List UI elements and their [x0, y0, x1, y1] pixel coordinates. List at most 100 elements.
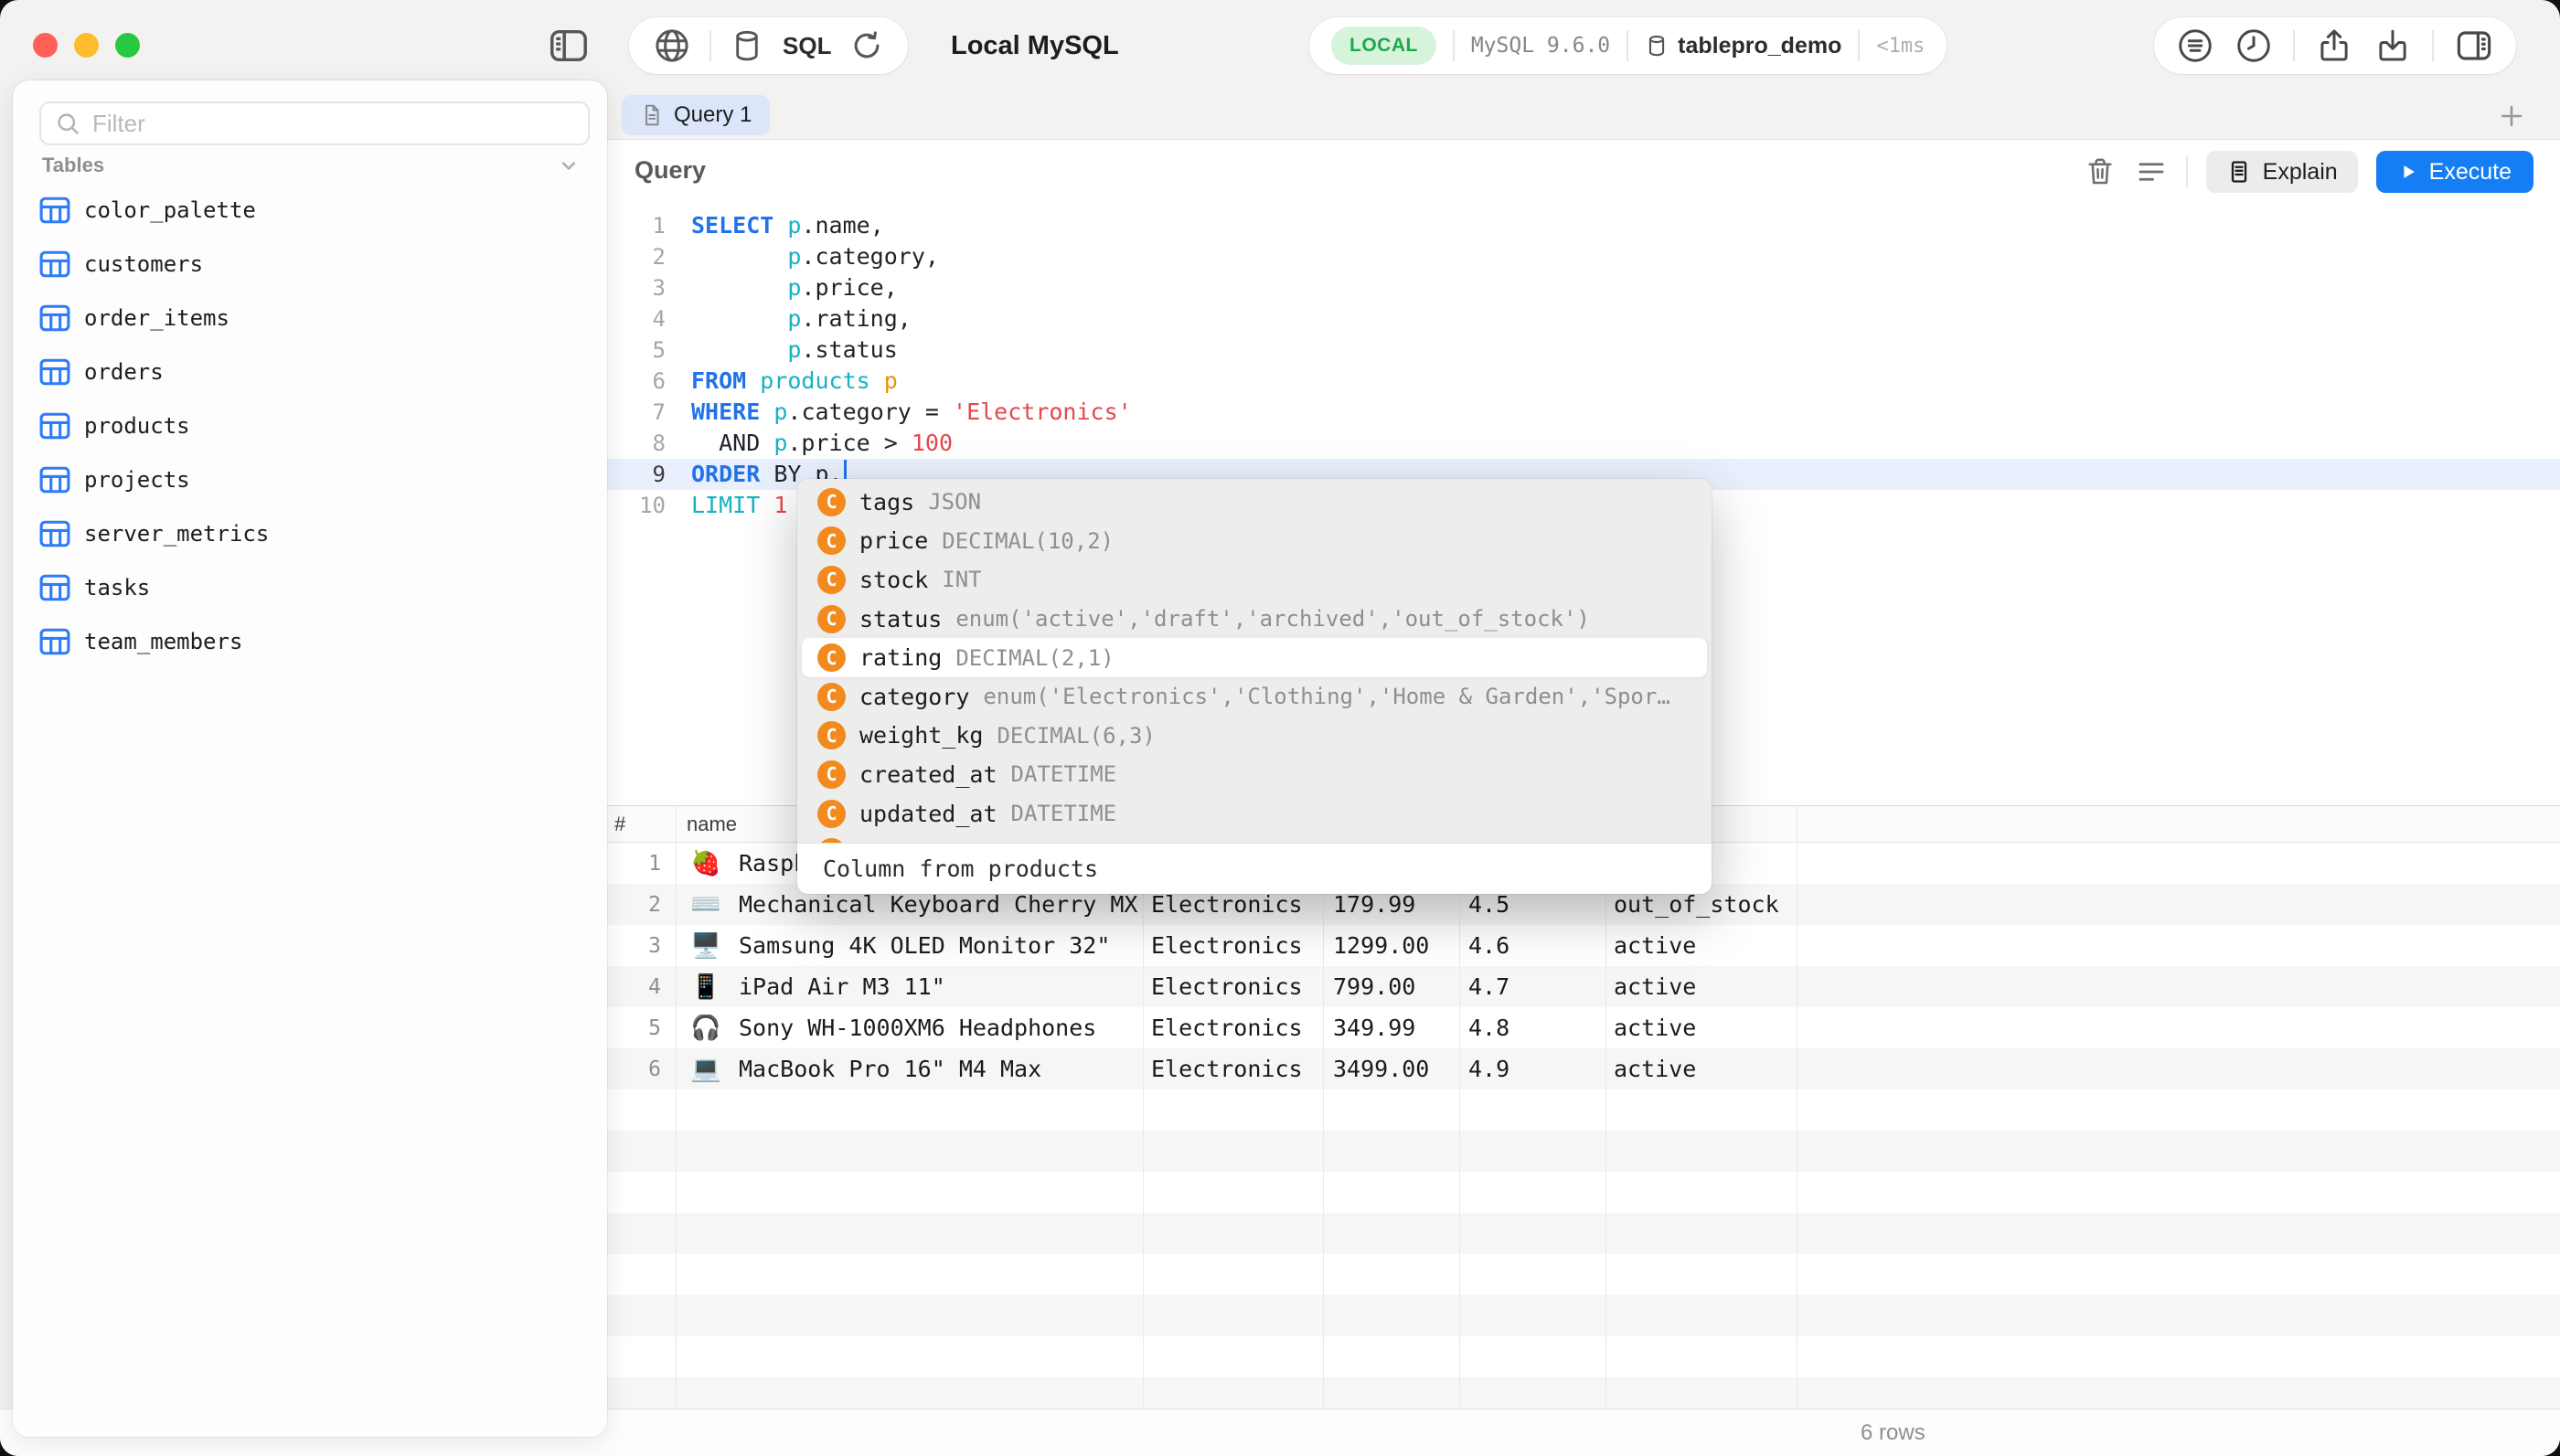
globe-icon[interactable]: [653, 27, 691, 65]
column-name: rating: [859, 644, 942, 671]
autocomplete-item-updated_at[interactable]: Cupdated_atDATETIME: [797, 794, 1712, 834]
sql-editor[interactable]: 1SELECT p.name,2 p.category,3 p.price,4 …: [607, 210, 2560, 521]
table-row-3[interactable]: 3🖥️Samsung 4K OLED Monitor 32"Electronic…: [607, 925, 2560, 966]
column-type: DECIMAL(10,2): [942, 528, 1114, 554]
cell-price: 3499.00: [1323, 1056, 1459, 1082]
column-name: status: [859, 606, 942, 632]
editor-line-1[interactable]: 1SELECT p.name,: [607, 210, 2560, 241]
cell-category: Electronics: [1143, 1015, 1323, 1041]
chevron-down-icon[interactable]: [556, 153, 581, 178]
right-panel-toggle-icon[interactable]: [2454, 27, 2494, 65]
autocomplete-item-created_at[interactable]: Ccreated_atDATETIME: [797, 755, 1712, 794]
database-selector[interactable]: tablepro_demo: [1645, 33, 1841, 59]
table-name-label: customers: [84, 251, 203, 277]
divider: [1453, 30, 1455, 61]
format-query-icon[interactable]: [2135, 155, 2168, 188]
table-row-4[interactable]: 4📱iPad Air M3 11"Electronics799.004.7act…: [607, 966, 2560, 1007]
row-number: 1: [607, 852, 676, 876]
execute-label: Execute: [2429, 159, 2512, 186]
sidebar-item-products[interactable]: products: [13, 399, 607, 452]
column-type: enum('Electronics','Clothing','Home & Ga…: [983, 684, 1669, 709]
latency-label: <1ms: [1876, 35, 1925, 58]
row-number: 3: [607, 934, 676, 958]
divider: [2186, 156, 2188, 187]
sidebar-item-customers[interactable]: customers: [13, 237, 607, 291]
refresh-icon[interactable]: [849, 27, 884, 64]
cell-name: 💻MacBook Pro 16" M4 Max: [676, 1056, 1143, 1082]
column-divider[interactable]: [1605, 805, 1606, 1408]
product-name: Sony WH-1000XM6 Headphones: [739, 1015, 1096, 1041]
tab-query-1[interactable]: Query 1: [622, 95, 770, 135]
database-icon[interactable]: [730, 27, 764, 64]
autocomplete-item-status[interactable]: Cstatusenum('active','draft','archived',…: [797, 600, 1712, 639]
column-badge-icon: C: [817, 488, 846, 516]
table-row-6[interactable]: 6💻MacBook Pro 16" M4 MaxElectronics3499.…: [607, 1048, 2560, 1089]
query-controls: Explain Execute: [2084, 151, 2533, 193]
add-tab-button[interactable]: [2496, 101, 2527, 132]
line-number: 7: [607, 397, 684, 428]
autocomplete-item-category[interactable]: Ccategoryenum('Electronics','Clothing','…: [797, 677, 1712, 717]
execute-button[interactable]: Execute: [2376, 151, 2533, 193]
divider: [1858, 30, 1860, 61]
line-number: 3: [607, 272, 684, 303]
editor-line-8[interactable]: 8 AND p.price > 100: [607, 428, 2560, 459]
cell-rating: 4.7: [1459, 973, 1605, 1000]
column-divider[interactable]: [1323, 805, 1324, 1408]
autocomplete-item-tags[interactable]: CtagsJSON: [797, 483, 1712, 522]
editor-line-2[interactable]: 2 p.category,: [607, 241, 2560, 272]
autocomplete-item-rating[interactable]: CratingDECIMAL(2,1): [802, 638, 1707, 677]
history-icon[interactable]: [2235, 27, 2273, 65]
close-button[interactable]: [33, 33, 58, 58]
sidebar: Tables color_palette customers order_items…: [13, 80, 607, 1437]
product-emoji-icon: ⌨️: [690, 892, 725, 917]
column-header-index[interactable]: #: [607, 813, 676, 836]
divider: [2432, 30, 2434, 61]
cell-name: ⌨️Mechanical Keyboard Cherry MX: [676, 891, 1143, 918]
sidebar-item-color_palette[interactable]: color_palette: [13, 183, 607, 237]
filter-box: [39, 101, 590, 145]
autocomplete-item-weight_kg[interactable]: Cweight_kgDECIMAL(6,3): [797, 717, 1712, 756]
trash-icon[interactable]: [2084, 154, 2117, 189]
column-name: category: [859, 684, 969, 710]
table-row-5[interactable]: 5🎧Sony WH-1000XM6 HeadphonesElectronics3…: [607, 1007, 2560, 1048]
cell-name: 🖥️ Samsung 4K OLED Monitor 32": [676, 932, 1143, 959]
product-emoji-icon: 🖥️: [690, 933, 725, 958]
sidebar-item-order_items[interactable]: order_items: [13, 291, 607, 345]
column-type: DATETIME: [1011, 761, 1117, 787]
cell-status: out_of_stock: [1605, 891, 1797, 918]
editor-line-6[interactable]: 6FROM products p: [607, 366, 2560, 397]
table-name-label: projects: [84, 467, 190, 493]
share-icon[interactable]: [2315, 27, 2353, 65]
filter-input[interactable]: [92, 110, 575, 138]
cell-category: Electronics: [1143, 1056, 1323, 1082]
column-divider[interactable]: [1143, 805, 1144, 1408]
tables-section-header[interactable]: Tables: [42, 152, 581, 179]
cell-category: Electronics: [1143, 973, 1323, 1000]
editor-line-3[interactable]: 3 p.price,: [607, 272, 2560, 303]
editor-line-5[interactable]: 5 p.status: [607, 335, 2560, 366]
export-icon[interactable]: [2373, 27, 2412, 65]
sidebar-item-tasks[interactable]: tasks: [13, 560, 607, 614]
autocomplete-item-price[interactable]: CpriceDECIMAL(10,2): [797, 522, 1712, 561]
sidebar-item-projects[interactable]: projects: [13, 452, 607, 506]
sidebar-item-server_metrics[interactable]: server_metrics: [13, 506, 607, 560]
line-number: 5: [607, 335, 684, 366]
editor-line-4[interactable]: 4 p.rating,: [607, 303, 2560, 335]
autocomplete-item-stock[interactable]: CstockINT: [797, 560, 1712, 600]
sql-mode-label[interactable]: SQL: [783, 32, 831, 60]
editor-line-7[interactable]: 7WHERE p.category = 'Electronics': [607, 397, 2560, 428]
code-text: SELECT p.name,: [684, 210, 884, 241]
explain-label: Explain: [2263, 159, 2338, 186]
minimize-button[interactable]: [74, 33, 99, 58]
column-type: DATETIME: [1011, 801, 1117, 826]
zoom-button[interactable]: [115, 33, 140, 58]
sidebar-toggle-icon[interactable]: [547, 25, 591, 67]
column-divider[interactable]: [1459, 805, 1460, 1408]
query-list-icon[interactable]: [2176, 27, 2214, 65]
explain-button[interactable]: Explain: [2206, 151, 2358, 193]
sidebar-item-team_members[interactable]: team_members: [13, 614, 607, 668]
product-name: Samsung 4K OLED Monitor 32": [739, 932, 1110, 959]
divider: [1627, 30, 1628, 61]
sidebar-item-orders[interactable]: orders: [13, 345, 607, 399]
table-icon: [39, 250, 70, 278]
